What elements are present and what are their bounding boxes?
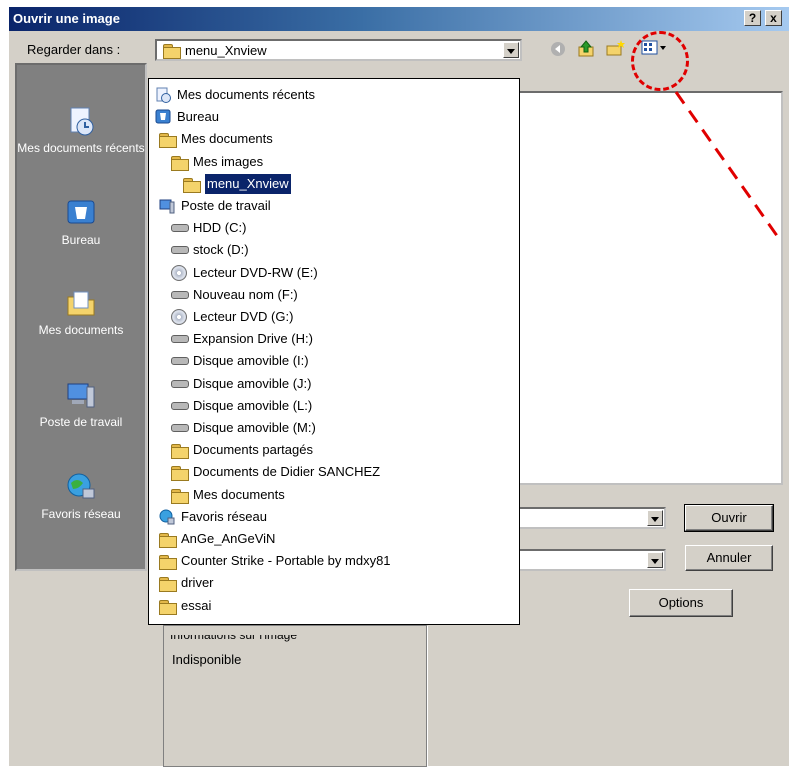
annotation-line [674,91,782,241]
